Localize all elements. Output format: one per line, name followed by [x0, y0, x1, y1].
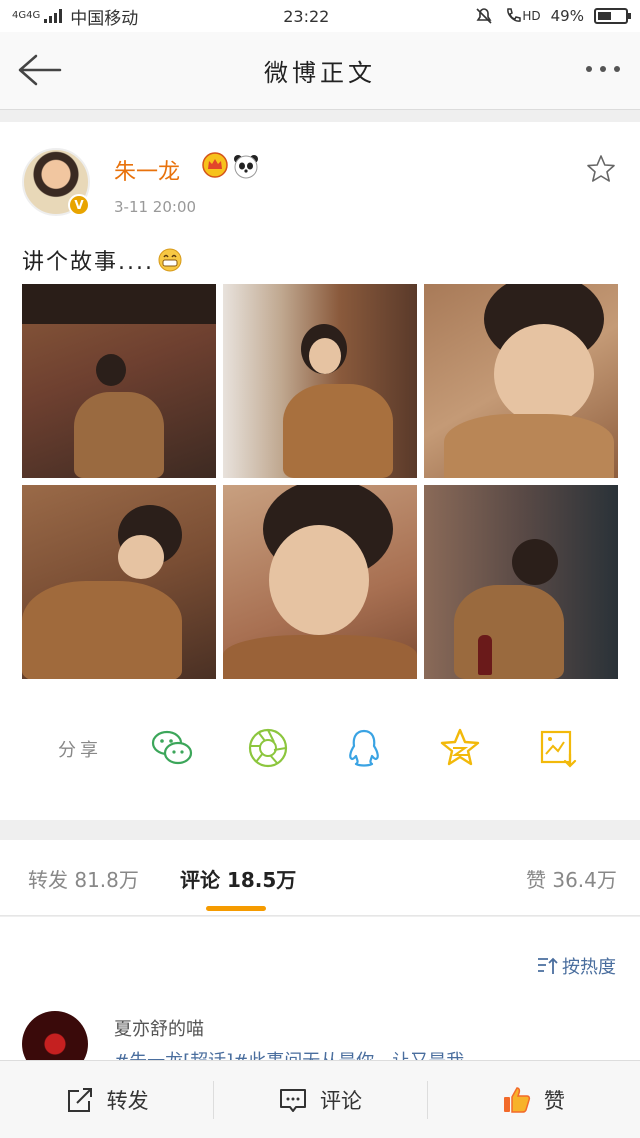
panda-icon — [234, 155, 258, 179]
signal-icon — [44, 9, 63, 23]
battery-fill — [597, 12, 611, 20]
battery-percent: 49% — [550, 7, 584, 25]
sort-label: 按热度 — [562, 957, 616, 978]
tab-comment[interactable]: 评论 18.5万 — [180, 864, 296, 893]
author-name[interactable]: 朱一龙 — [114, 154, 180, 186]
like-button[interactable]: 赞 — [426, 1061, 640, 1138]
grin-emoji-icon — [158, 248, 182, 272]
post-text-content: 讲个故事.... — [22, 250, 154, 275]
post-photo-3[interactable] — [424, 284, 618, 478]
page-title: 微博正文 — [264, 59, 376, 87]
more-dots-icon[interactable] — [586, 66, 620, 72]
thumbs-up-icon — [503, 1086, 530, 1113]
post-photo-1[interactable] — [22, 284, 216, 478]
post-photo-2[interactable] — [223, 284, 417, 478]
engagement-tabs: 转发 81.8万 评论 18.5万 赞 36.4万 — [0, 840, 640, 916]
qzone-icon[interactable] — [438, 726, 482, 770]
tab-like[interactable]: 赞 36.4万 — [526, 864, 617, 893]
carrier-name: 中国移动 — [70, 8, 139, 29]
bell-off-icon — [476, 8, 492, 24]
commenter-name[interactable]: 夏亦舒的喵 — [114, 1015, 204, 1041]
hd-call-icon — [507, 8, 522, 22]
post-photo-4[interactable] — [22, 485, 216, 679]
arrow-left-icon[interactable] — [16, 52, 62, 88]
battery-icon — [593, 8, 631, 24]
active-tab-indicator — [206, 906, 266, 911]
bottom-action-bar: 转发 评论 赞 — [0, 1060, 640, 1138]
post-photo-6[interactable] — [424, 485, 618, 679]
repost-button[interactable]: 转发 — [0, 1061, 213, 1138]
repost-label: 转发 — [106, 1088, 149, 1113]
qq-icon[interactable] — [342, 726, 386, 770]
hd-label: HD — [522, 9, 541, 23]
sort-hot-button[interactable]: 按热度 — [536, 953, 616, 979]
star-icon[interactable] — [586, 154, 616, 184]
crown-icon — [202, 152, 228, 178]
share-row: 分享 — [0, 722, 640, 772]
moments-icon[interactable] — [246, 726, 290, 770]
wechat-icon[interactable] — [150, 726, 194, 770]
verified-badge: V — [68, 194, 90, 216]
status-right: HD 49% — [474, 6, 631, 26]
comments-section: 按热度 夏亦舒的喵 #朱一龙[超话]#此事间无从是你，让又是我 — [0, 917, 640, 1077]
comment-icon — [279, 1088, 306, 1112]
post-photo-5[interactable] — [223, 485, 417, 679]
tab-repost[interactable]: 转发 81.8万 — [28, 864, 139, 893]
like-label: 赞 — [543, 1088, 565, 1113]
post-time: 3-11 20:00 — [114, 198, 197, 216]
status-time: 23:22 — [283, 6, 330, 26]
status-left: 4G4G 中国移动 — [12, 4, 138, 29]
nav-bar: 微博正文 — [0, 32, 640, 110]
network-type: 4G4G — [12, 10, 41, 21]
save-image-icon[interactable] — [536, 726, 580, 770]
comment-button[interactable]: 评论 — [213, 1061, 426, 1138]
repost-icon — [67, 1087, 92, 1112]
share-label: 分享 — [58, 740, 102, 761]
sort-icon — [538, 957, 558, 974]
comment-label: 评论 — [319, 1088, 362, 1113]
post-card: V 朱一龙 3-11 20:00 讲个故事.... 分享 — [0, 122, 640, 820]
status-bar: 4G4G 中国移动 23:22 HD 49% — [0, 0, 640, 32]
post-text: 讲个故事.... — [22, 244, 182, 276]
